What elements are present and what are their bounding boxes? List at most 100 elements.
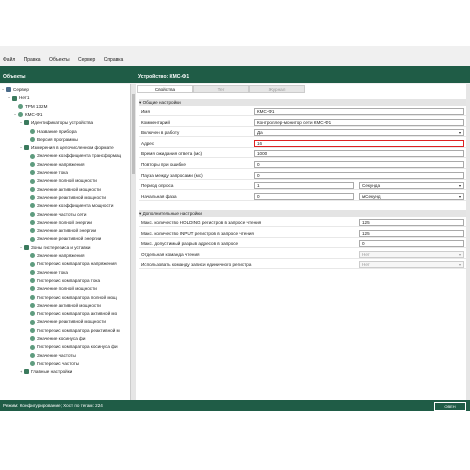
- tree-item[interactable]: Значение частоты сети: [26, 211, 86, 219]
- tree-item[interactable]: Значение коэффициента мощности: [26, 202, 113, 210]
- tab-properties[interactable]: Свойства: [137, 85, 193, 93]
- tree-item[interactable]: Гистерезис компаратора реактивной м: [26, 327, 120, 335]
- tab-log[interactable]: Журнал: [249, 85, 305, 93]
- property-value-input[interactable]: 0: [254, 192, 354, 200]
- tree-item-label: Значение полной мощности: [37, 178, 97, 184]
- property-label: Комментарий: [141, 119, 170, 125]
- property-select[interactable]: Да ▾: [254, 129, 464, 137]
- tree-item[interactable]: Гистерезис компаратора косинуса фи: [26, 343, 118, 351]
- unit-select[interactable]: Секунда ▾: [359, 182, 464, 190]
- property-value: Нет: [362, 251, 370, 257]
- property-select[interactable]: Нет ▾: [359, 261, 464, 269]
- property-label: Макс. количество HOLDING регистров в зап…: [141, 220, 262, 225]
- property-value: 125: [362, 230, 370, 236]
- property-value-input[interactable]: 0: [254, 161, 464, 168]
- tree-item[interactable]: Значение активной энергии: [26, 227, 96, 235]
- device-panel-title: Устройство: КМС-Ф1: [138, 74, 190, 80]
- section-extra[interactable]: ▾ Дополнительные настройки: [139, 210, 467, 217]
- property-value-input[interactable]: Контроллер-монитор сети КМС-Ф1: [254, 118, 464, 126]
- tree-item[interactable]: Значение полной мощности: [26, 285, 97, 293]
- tree-item[interactable]: Значение тока: [26, 269, 68, 277]
- tree-item[interactable]: Значение косинуса фи: [26, 335, 85, 343]
- tree-item-label: Значение полной мощности: [37, 286, 97, 292]
- property-value-input[interactable]: 1000: [254, 150, 464, 158]
- menu-edit[interactable]: Правка: [24, 56, 41, 65]
- properties-scrollbar[interactable]: [466, 84, 470, 400]
- tree-scroll-thumb[interactable]: [132, 94, 135, 174]
- chevron-down-icon: ▾: [458, 193, 461, 199]
- property-value-input[interactable]: 125: [359, 229, 464, 237]
- tree-item-label: Значение активной мощности: [37, 302, 101, 308]
- tree-item[interactable]: Гистерезис компаратора тока: [26, 277, 100, 285]
- tree-item[interactable]: Гистерезис компаратора активной мо: [26, 310, 117, 318]
- tree-item-label: Значение тока: [37, 170, 68, 175]
- tree-item[interactable]: Значение активной мощности: [26, 302, 101, 310]
- tree-item-label: Гистерезис компаратора активной мо: [37, 311, 118, 317]
- tree-item[interactable]: Значение напряжения: [26, 252, 84, 260]
- status-bar: Режим: Конфигурирование; Хост по тегам: …: [0, 400, 470, 411]
- property-value: КМС-Ф1: [257, 109, 275, 114]
- menu-server[interactable]: Сервер: [78, 56, 95, 65]
- tree-item[interactable]: Значение коэффициента трансформац: [26, 152, 121, 160]
- tree-item[interactable]: Значение реактивной мощности: [26, 194, 106, 202]
- tree-item[interactable]: Значение полной мощности: [26, 177, 97, 185]
- tree-item[interactable]: Версия программы: [26, 136, 78, 144]
- tree-item[interactable]: Значение реактивной мощности: [26, 318, 106, 326]
- property-value-input[interactable]: 0: [359, 240, 464, 248]
- tree-item-label: Значение коэффициента мощности: [37, 203, 114, 209]
- property-value-input[interactable]: 16: [254, 139, 464, 147]
- section-general[interactable]: ▾ Общие настройки: [139, 99, 467, 106]
- tree-item-label: Название прибора: [37, 128, 77, 134]
- tree-item[interactable]: Значение напряжения: [26, 161, 84, 169]
- tree-item[interactable]: + Главные настройки: [20, 368, 72, 376]
- tree-item-label: Версия программы: [37, 136, 78, 142]
- property-select[interactable]: Нет ▾: [359, 250, 464, 258]
- tree-item[interactable]: − Зоны гистерезиса и уставки: [20, 244, 90, 252]
- tree-item-label: Измерения в целочисленном формате: [31, 145, 114, 151]
- menu-help[interactable]: Справка: [104, 56, 124, 65]
- property-value-input[interactable]: КМС-Ф1: [254, 108, 464, 115]
- device-icon: [18, 112, 23, 118]
- property-value-input[interactable]: 125: [359, 219, 464, 226]
- tree-item[interactable]: − Измерения в целочисленном формате: [20, 144, 114, 152]
- tree-item[interactable]: Гистерезис частоты: [26, 360, 79, 368]
- property-value: 0: [257, 162, 260, 167]
- param-icon: [30, 311, 35, 317]
- tree-item-label: Значение активной энергии: [37, 228, 97, 234]
- unit-select-label: Секунда: [362, 183, 381, 189]
- tree-item[interactable]: Значение реактивной энергии: [26, 235, 101, 243]
- tree-item[interactable]: Гистерезис компаратора полной мощ: [26, 294, 117, 302]
- tab-tag[interactable]: Тег: [193, 85, 249, 93]
- tree-item-label: Сервер: [13, 87, 29, 92]
- property-label: Отдельная команда чтения: [141, 251, 200, 257]
- tree-item[interactable]: − Нет1: [8, 94, 29, 102]
- tree-item-label: Значение полной энергии: [37, 219, 93, 225]
- unit-select[interactable]: мСекунд ▾: [359, 192, 464, 200]
- tree-item-label: Значение активной мощности: [37, 186, 101, 192]
- tree-item[interactable]: Значение тока: [26, 169, 68, 177]
- tree-item[interactable]: Название прибора: [26, 128, 77, 136]
- menu-objects[interactable]: Объекты: [49, 56, 70, 65]
- param-icon: [30, 195, 35, 201]
- tree-item[interactable]: Значение полной энергии: [26, 219, 92, 227]
- menu-file[interactable]: Файл: [3, 56, 15, 65]
- property-value-input[interactable]: 1: [254, 182, 354, 190]
- tree-item[interactable]: − Идентификаторы устройства: [20, 119, 93, 127]
- param-icon: [30, 344, 35, 350]
- property-row: Комментарий Контроллер-монитор сети КМС-Ф…: [139, 118, 467, 127]
- chevron-down-icon: ▾: [458, 251, 461, 257]
- property-label: Использовать команду записи единичного р…: [141, 262, 252, 268]
- tree-item[interactable]: − КМС-Ф1: [14, 111, 42, 119]
- tree-item[interactable]: ТРМ 132М: [14, 103, 47, 111]
- folder-icon: [24, 244, 29, 250]
- param-icon: [30, 286, 35, 292]
- param-icon: [30, 327, 35, 333]
- property-value-input[interactable]: 0: [254, 171, 464, 179]
- tree-item[interactable]: Гистерезис компаратора напряжения: [26, 260, 117, 268]
- tree-item[interactable]: − Сервер: [2, 86, 29, 94]
- object-tree: − Сервер − Нет1 ТРМ 132М − КМС-Ф1− Идентификато…: [0, 84, 131, 400]
- tree-item[interactable]: Значение активной мощности: [26, 186, 101, 194]
- tree-item[interactable]: Значение частоты: [26, 352, 76, 360]
- tree-item-label: Главные настройки: [31, 369, 73, 375]
- tree-item-label: Значение коэффициента трансформац: [37, 153, 122, 159]
